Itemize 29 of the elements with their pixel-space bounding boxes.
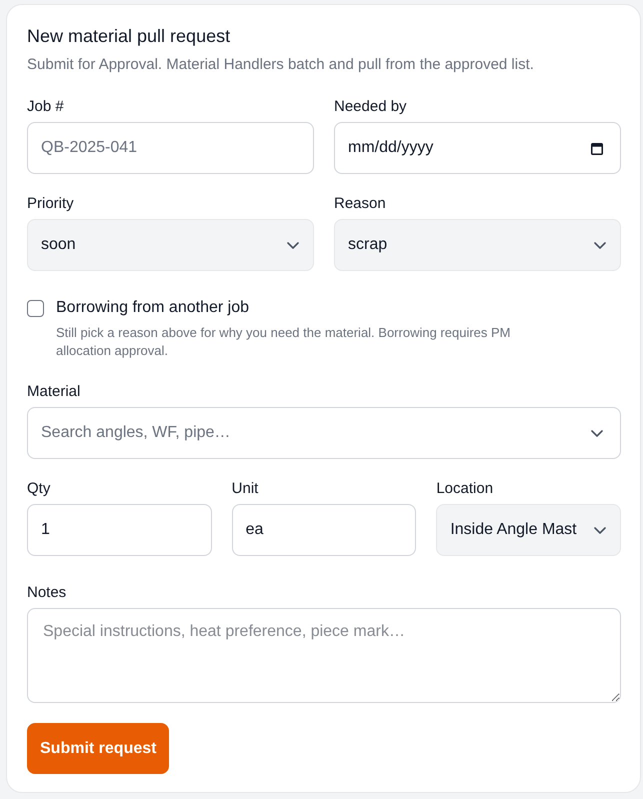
checkbox[interactable] [27,300,44,317]
textarea-field[interactable]: Special instructions, heat preference, piece mark… [27,608,621,703]
chevron-down-icon [594,242,606,248]
form-subtitle: Submit for Approval. Material Handlers batch and pull from the approved list. [27,55,535,75]
select-field[interactable]: scrap [334,219,621,271]
combobox-field[interactable]: Search angles, WF, pipe… [27,407,621,459]
input-field[interactable]: ea [232,504,416,556]
select-field[interactable]: Inside Angle Mast [436,504,621,556]
hint-text: Still pick a reason above for why you need the material. Borrowing requires PM allocation approval. [56,324,512,360]
field-label: Job # [27,97,65,117]
submit-button[interactable]: Submit request [27,723,170,774]
field-label: Location [436,479,494,499]
field-label: Needed by [334,97,408,117]
field-label: Unit [232,479,260,499]
select-field[interactable]: soon [27,219,314,271]
input-field[interactable]: QB-2025-041 [27,122,314,174]
chevron-down-icon [594,526,606,534]
field-label: Priority [27,194,75,214]
form-title: New material pull request [27,25,232,48]
calendar-icon[interactable] [591,142,603,154]
field-label: Notes [27,583,68,603]
chevron-down-icon [287,242,299,248]
input-field[interactable]: 1 [27,504,212,556]
field-label: Qty [27,479,52,499]
field-label: Material [27,382,82,402]
checkbox-label: Borrowing from another job [56,298,250,318]
chevron-down-icon [591,430,603,437]
field-label: Reason [334,194,387,214]
date-field[interactable]: mm/dd/yyyy [334,122,621,174]
